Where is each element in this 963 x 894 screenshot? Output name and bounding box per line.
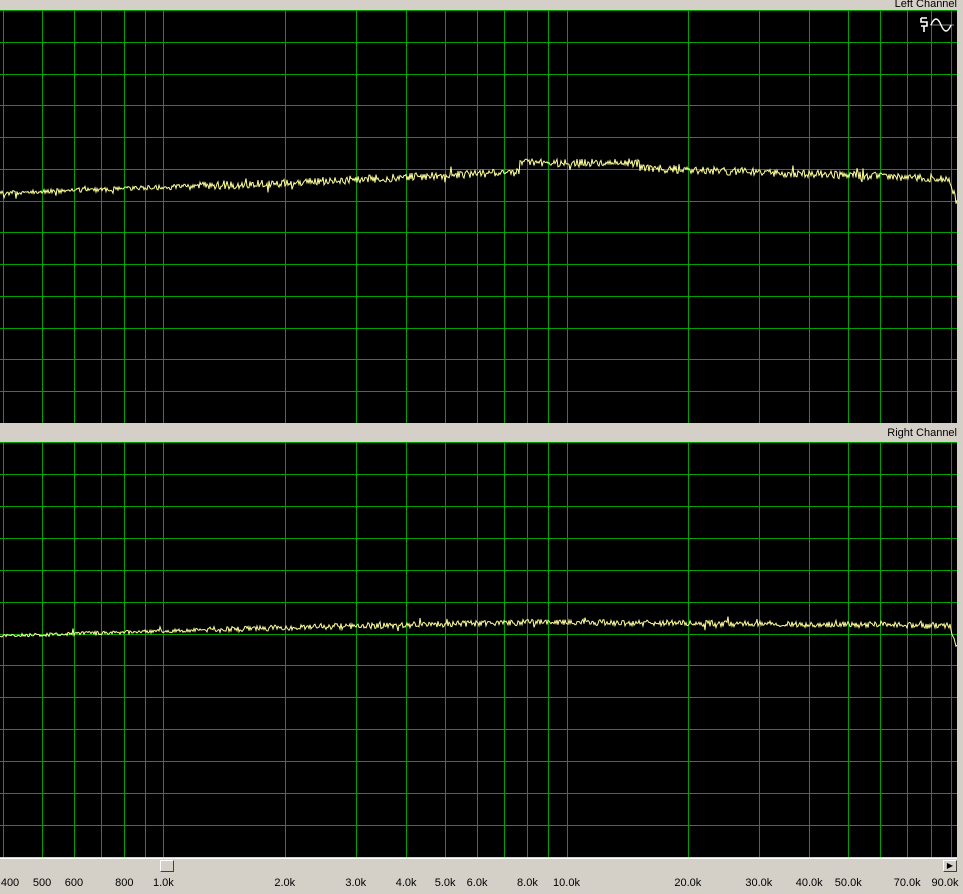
- spectrum-trace: [0, 616, 957, 648]
- left-channel-plot[interactable]: [0, 10, 957, 423]
- axis-tick-label: 2.0k: [274, 877, 296, 889]
- axis-tick-label: 40.0k: [795, 877, 823, 889]
- frequency-axis: 400 500 600 800 1.0k 2.0k 3.0k 4.0k 5.0k 6.0k 8.0k…: [0, 873, 963, 894]
- scroll-right-button[interactable]: ▶: [943, 860, 957, 872]
- axis-tick-label: 3.0k: [345, 877, 367, 889]
- left-plot-edge: [957, 10, 963, 423]
- right-channel-spectrum: [0, 442, 957, 857]
- axis-tick-label: 1.0k: [153, 877, 174, 889]
- axis-tick-label: 90.0k: [931, 877, 959, 889]
- scrollbar-thumb[interactable]: [160, 860, 174, 872]
- horizontal-scrollbar[interactable]: ▶: [0, 858, 957, 873]
- spectrum-trace: [0, 157, 957, 204]
- axis-tick-label: 8.0k: [517, 877, 538, 889]
- right-channel-plot[interactable]: [0, 442, 957, 857]
- right-plot-edge: [957, 442, 963, 857]
- axis-tick-label: 70.0k: [893, 877, 921, 889]
- axis-tick-label: 5.0k: [434, 877, 456, 889]
- axis-tick-label: 20.0k: [674, 877, 702, 889]
- axis-tick-label: 30.0k: [745, 877, 773, 889]
- axis-tick-label: 600: [64, 877, 84, 889]
- axis-tick-label: 800: [115, 877, 134, 889]
- left-channel-title: Left Channel: [894, 0, 957, 10]
- axis-tick-label: 4.0k: [395, 877, 417, 889]
- left-channel-spectrum: [0, 10, 957, 423]
- axis-tick-label: 400: [0, 877, 20, 889]
- waveform-icon[interactable]: [930, 18, 954, 32]
- axis-tick-label: 500: [32, 877, 52, 889]
- axis-tick-label: 10.0k: [553, 877, 580, 889]
- right-channel-title: Right Channel: [887, 427, 957, 439]
- axis-tick-label: 50.0k: [834, 877, 862, 889]
- axis-tick-label: 6.0k: [466, 877, 488, 889]
- spectrum-settings-icon[interactable]: [920, 16, 928, 32]
- display-mode-icons[interactable]: [919, 15, 955, 35]
